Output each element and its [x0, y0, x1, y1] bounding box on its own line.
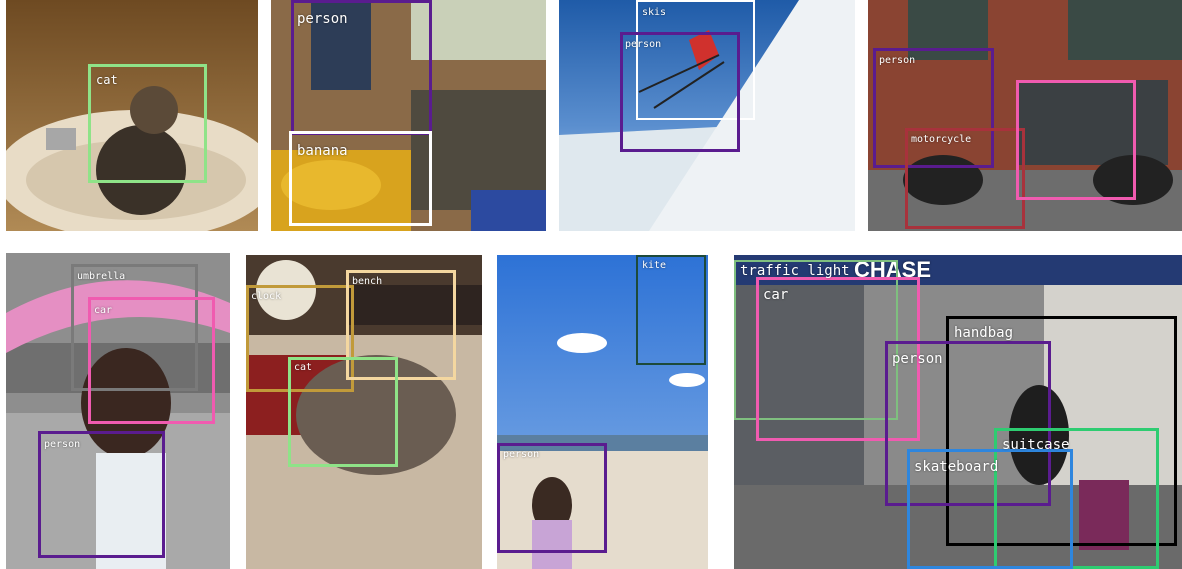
person-label: person — [297, 11, 348, 27]
cat-label: cat — [96, 73, 118, 87]
car-bounding-box — [1016, 80, 1136, 200]
car-label: car — [94, 305, 113, 316]
image-panel-cat-sink: cat — [6, 0, 258, 231]
banana-label: banana — [297, 143, 348, 159]
image-panel-glasses-cat: clock bench cat — [246, 255, 482, 569]
image-panel-city-street: CHASE traffic light car handbag person s… — [734, 255, 1182, 569]
skis-label: skis — [642, 7, 667, 18]
image-panel-skier: skis person — [559, 0, 855, 231]
skateboard-label: skateboard — [914, 459, 999, 475]
person-label: person — [879, 55, 916, 66]
kite-label: kite — [642, 260, 667, 271]
motorcycle-label: motorcycle — [911, 134, 972, 145]
handbag-label: handbag — [954, 325, 1014, 341]
image-panel-market: person banana — [271, 0, 546, 231]
person-bounding-box — [620, 32, 740, 152]
traffic-light-label: traffic light — [740, 263, 850, 279]
person-label: person — [503, 449, 540, 460]
cat-bounding-box — [288, 357, 398, 467]
umbrella-label: umbrella — [77, 271, 126, 282]
person-bounding-box — [38, 431, 165, 558]
bench-label: bench — [352, 276, 383, 287]
kite-bounding-box — [636, 255, 706, 365]
person-label: person — [625, 39, 662, 50]
person-label: person — [44, 439, 81, 450]
clock-label: clock — [251, 291, 282, 302]
car-label: car — [763, 287, 789, 303]
image-panel-umbrella-girl: umbrella car person — [6, 253, 230, 569]
suitcase-label: suitcase — [1002, 437, 1070, 453]
car-bounding-box — [88, 297, 215, 424]
cat-label: cat — [294, 362, 313, 373]
image-panel-beach-kite: kite person — [497, 255, 708, 569]
image-panel-motorcycles: person motorcycle — [868, 0, 1182, 231]
person-label: person — [892, 351, 943, 367]
